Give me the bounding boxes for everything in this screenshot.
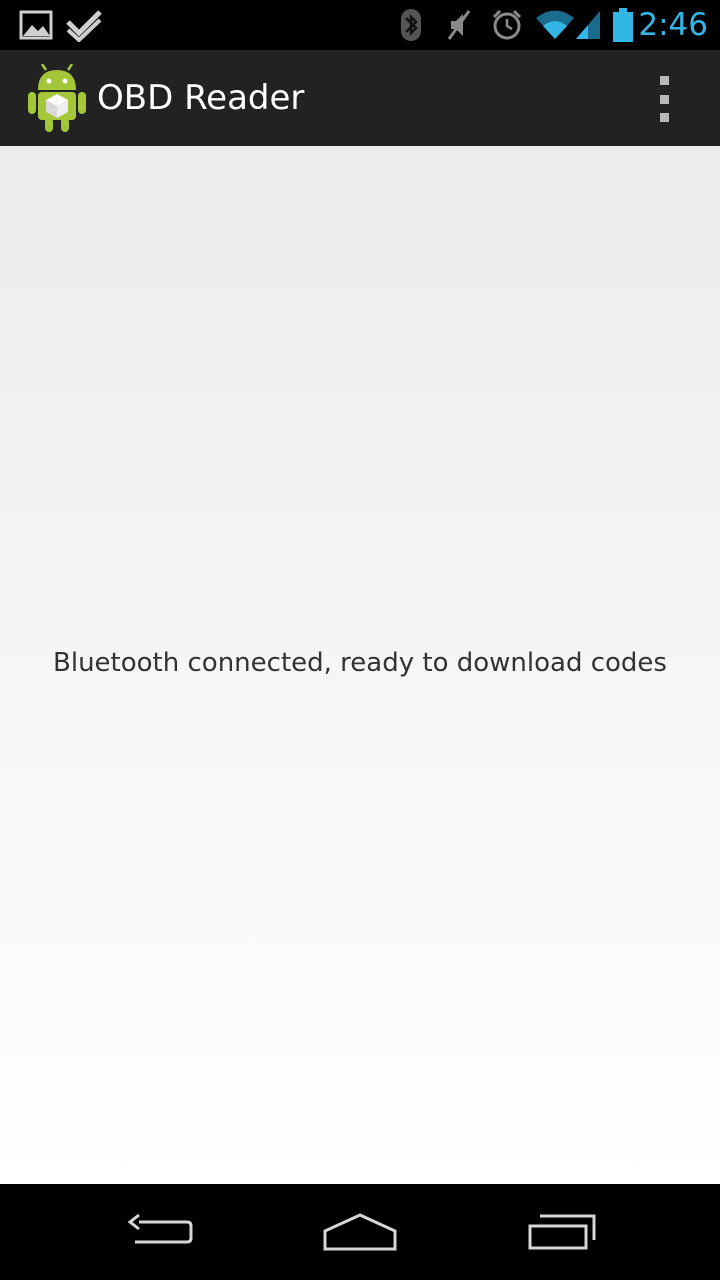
back-button[interactable]	[100, 1184, 220, 1280]
signal-icon	[574, 0, 602, 50]
nav-bar	[0, 1184, 720, 1280]
gallery-icon	[18, 0, 54, 50]
alarm-icon	[490, 0, 524, 50]
recent-apps-icon	[528, 1214, 596, 1250]
bluetooth-icon	[398, 0, 424, 50]
status-bar: 2:46	[0, 0, 720, 50]
recent-apps-button[interactable]	[502, 1184, 622, 1280]
home-icon	[323, 1213, 397, 1251]
action-bar: OBD Reader	[0, 50, 720, 146]
wifi-icon	[534, 0, 576, 50]
status-clock: 2:46	[638, 7, 708, 43]
more-vert-icon	[659, 76, 669, 85]
home-button[interactable]	[300, 1184, 420, 1280]
overflow-menu-button[interactable]	[640, 76, 688, 122]
app-title: OBD Reader	[97, 78, 305, 118]
status-message: Bluetooth connected, ready to download c…	[53, 648, 667, 678]
mute-icon	[444, 0, 474, 50]
battery-icon	[610, 0, 636, 50]
foursquare-icon	[64, 0, 104, 50]
main-content: Bluetooth connected, ready to download c…	[0, 146, 720, 1184]
android-robot-icon[interactable]	[26, 63, 88, 132]
back-icon	[127, 1213, 193, 1244]
